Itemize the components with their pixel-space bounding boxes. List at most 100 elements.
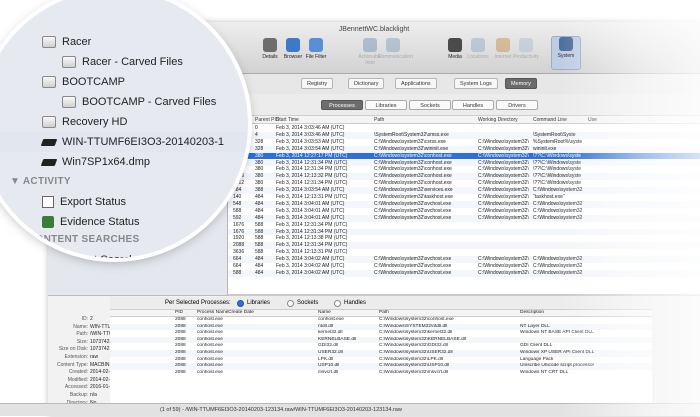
column-header[interactable]: Process Name xyxy=(197,310,228,317)
table-row[interactable]: 2752380Feb 3, 2014 12:31:34 PM (UTC)C:\W… xyxy=(228,166,700,173)
process-table[interactable]: PIDParent PIDStart TimePathWorking Direc… xyxy=(228,116,700,294)
table-row[interactable]: 2088 conhost.exe msvcrt.dll C:\Windows\syst… xyxy=(110,370,652,377)
table-cell: C:\Windows\system32\taskhost.exe xyxy=(374,194,453,200)
tab-system-logs[interactable]: System Logs xyxy=(454,78,498,89)
column-header[interactable]: PID xyxy=(175,310,183,317)
activity-item[interactable]: Evidence Status xyxy=(0,212,248,232)
content-search-item[interactable]: Internet Searches xyxy=(0,250,248,258)
table-row[interactable]: 2088 conhost.exe KERNELBASE.dll C:\Windows\… xyxy=(110,336,652,344)
column-header[interactable]: Create Date xyxy=(228,310,254,317)
radio-libraries[interactable] xyxy=(237,300,244,307)
table-cell: 2088 xyxy=(175,317,186,322)
table-row[interactable]: 2088 conhost.exe kernel32.dll C:\Windows\sy… xyxy=(110,330,652,337)
column-header[interactable]: Path xyxy=(374,116,384,124)
column-header[interactable]: Name xyxy=(318,310,331,317)
column-header[interactable]: Command Line xyxy=(533,116,567,124)
source-item-label: Racer - Carved Files xyxy=(82,56,183,68)
table-cell: C:\Windows\system32\conhost.exe xyxy=(374,173,452,180)
table-row[interactable]: 40Feb 3, 2014 3:03:46 AM (UTC) xyxy=(228,125,700,132)
details-table[interactable]: PID Process Name Create Date Name Path Descri… xyxy=(110,310,652,403)
table-cell: 588 xyxy=(255,249,264,256)
property-key: Extension: xyxy=(64,354,88,360)
table-cell: Language Pack xyxy=(520,356,554,362)
subtab-handles[interactable]: Handles xyxy=(452,100,494,110)
toolbar-communication-button[interactable]: Communication xyxy=(378,38,413,60)
table-row[interactable]: 376328Feb 3, 2014 3:03:54 AM (UTC)C:\Win… xyxy=(228,145,700,153)
table-row[interactable]: 2088 conhost.exe USER32.dll C:\Windows\syst… xyxy=(110,350,652,357)
table-row[interactable]: 588484Feb 3, 2014 3:04:01 AM (UTC)C:\Win… xyxy=(228,208,700,215)
table-cell: \??\C:\Windows\syste xyxy=(533,166,582,173)
source-item[interactable]: Win7SP1x64.dmp xyxy=(0,152,248,172)
table-cell: conhost.exe xyxy=(197,369,223,375)
table-row[interactable]: 588 484 Feb 3, 2014 3:04:02 AM (UTC) C:\Win… xyxy=(228,269,700,277)
tab-memory[interactable]: Memory xyxy=(505,78,537,89)
table-row[interactable]: 3016380Feb 3, 2014 12:13:32 PM (UTC)C:\W… xyxy=(228,173,700,181)
radio-handles[interactable] xyxy=(334,300,341,307)
disclosure-triangle-icon[interactable]: ▼ xyxy=(10,176,23,187)
subtab-sockets[interactable]: Sockets xyxy=(409,100,451,110)
table-cell: C:\Windows\system32\conhost.exe xyxy=(374,159,452,166)
property-value: n/a xyxy=(90,392,97,398)
table-row[interactable]: 1676588Feb 3, 2014 12:31:34 PM (UTC) xyxy=(228,222,700,229)
table-cell: \??\C:\Windows\syste xyxy=(533,159,582,166)
system-icon xyxy=(559,37,573,51)
table-row[interactable]: 2088588Feb 3, 2014 12:31:34 PM (UTC) xyxy=(228,242,700,250)
table-row[interactable]: 336328Feb 3, 2014 3:03:53 AM (UTC)C:\Win… xyxy=(228,139,700,146)
source-item[interactable]: Racer - Carved Files xyxy=(0,52,248,72)
table-row[interactable]: 140484Feb 3, 2014 12:13:31 PM (UTC)C:\Wi… xyxy=(228,194,700,201)
table-row[interactable]: 664 484 Feb 3, 2014 3:04:02 AM (UTC) C:\Win… xyxy=(228,263,700,270)
subtab-processes[interactable]: Processes xyxy=(321,100,363,110)
category-tabs: Registry Dictionary Applications System Log… xyxy=(228,74,700,94)
column-header[interactable]: Use xyxy=(588,116,597,124)
table-row[interactable]: 548484Feb 3, 2014 3:04:01 AM (UTC)C:\Win… xyxy=(228,200,700,208)
section-header: ▼ ACTIVITY xyxy=(10,176,71,187)
tab-registry[interactable]: Registry xyxy=(301,78,334,89)
table-row[interactable]: 592484Feb 3, 2014 3:04:01 AM (UTC)C:\Win… xyxy=(228,214,700,222)
table-row[interactable]: 2088 conhost.exe ntdll.dll C:\Windows\SYSTE… xyxy=(110,323,652,331)
table-cell: Feb 3, 2014 3:04:01 AM (UTC) xyxy=(276,200,345,207)
table-row[interactable]: 3636588Feb 3, 2014 12:13:31 PM (UTC) xyxy=(228,249,700,256)
table-cell: 4 xyxy=(255,131,258,138)
subtab-libraries[interactable]: Libraries xyxy=(365,100,407,110)
source-item[interactable]: Racer xyxy=(0,32,248,52)
table-row[interactable]: 2088 conhost.exe LPK.dll C:\Windows\system3… xyxy=(110,357,652,364)
pane-splitter[interactable] xyxy=(228,294,700,296)
table-cell: C:\Windows\system32\KERNELBASE.dll xyxy=(379,336,466,342)
column-header[interactable]: Description xyxy=(520,310,544,317)
tab-applications[interactable]: Applications xyxy=(395,78,437,89)
table-cell: Feb 3, 2014 3:04:02 AM (UTC) xyxy=(276,269,345,276)
table-cell: Feb 3, 2014 3:04:01 AM (UTC) xyxy=(276,207,345,214)
toolbar-productivity-button[interactable]: Productivity xyxy=(511,38,541,60)
source-item-label: BOOTCAMP xyxy=(62,76,125,88)
column-header[interactable]: Start Time xyxy=(276,116,299,124)
source-item[interactable]: WIN-TTUMF6EI3O3-20140203-1 xyxy=(0,132,248,152)
table-row[interactable]: 1920588Feb 3, 2014 12:13:38 PM (UTC) xyxy=(228,235,700,242)
table-cell: Feb 3, 2014 12:27:17 PM (UTC) xyxy=(276,152,348,159)
property-key: Accessed: xyxy=(64,384,88,391)
table-cell: NT Layer DLL xyxy=(520,323,550,329)
source-item[interactable]: BOOTCAMP - Carved Files xyxy=(0,92,248,112)
table-cell: 328 xyxy=(255,145,264,152)
table-row[interactable]: 2088380Feb 3, 2014 12:27:17 PM (UTC)C:\W… xyxy=(228,152,700,160)
column-header[interactable]: Path xyxy=(379,310,389,317)
subtab-drivers[interactable]: Drivers xyxy=(496,100,538,110)
table-cell: 380 xyxy=(255,152,264,159)
table-row[interactable]: 484388Feb 3, 2014 3:03:54 AM (UTC)C:\Win… xyxy=(228,187,700,194)
column-header[interactable]: Working Directory xyxy=(478,116,518,124)
activity-item[interactable]: Export Status xyxy=(0,192,248,212)
source-item[interactable]: Recovery HD xyxy=(0,112,248,132)
radio-sockets[interactable] xyxy=(287,300,294,307)
table-row[interactable]: 2088 conhost.exe USP10.dll C:\Windows\syste… xyxy=(110,363,652,370)
table-row[interactable]: 2484Feb 3, 2014 3:03:46 AM (UTC)\SystemR… xyxy=(228,131,700,139)
table-row[interactable]: 1676588Feb 3, 2014 12:31:34 PM (UTC) xyxy=(228,228,700,236)
table-row[interactable]: 2088 conhost.exe conhost.exe C:\Windows\sys… xyxy=(110,317,652,324)
table-row[interactable]: 3512380Feb 3, 2014 12:31:34 PM (UTC)C:\W… xyxy=(228,180,700,187)
source-item[interactable]: BOOTCAMP xyxy=(0,72,248,92)
table-row[interactable]: 2272380Feb 3, 2014 12:31:34 PM (UTC)C:\W… xyxy=(228,159,700,167)
tab-dictionary[interactable]: Dictionary xyxy=(348,78,385,89)
table-row[interactable]: 2088 conhost.exe GDI32.dll C:\Windows\syste… xyxy=(110,343,652,350)
toolbar-system-button[interactable]: System xyxy=(551,36,581,70)
property-key: Size on Disk: xyxy=(58,346,88,353)
table-row[interactable]: 664 484 Feb 3, 2014 3:04:02 AM (UTC) C:\Win… xyxy=(228,256,700,263)
toolbar-file-filter-button[interactable]: File Filter xyxy=(301,38,331,60)
